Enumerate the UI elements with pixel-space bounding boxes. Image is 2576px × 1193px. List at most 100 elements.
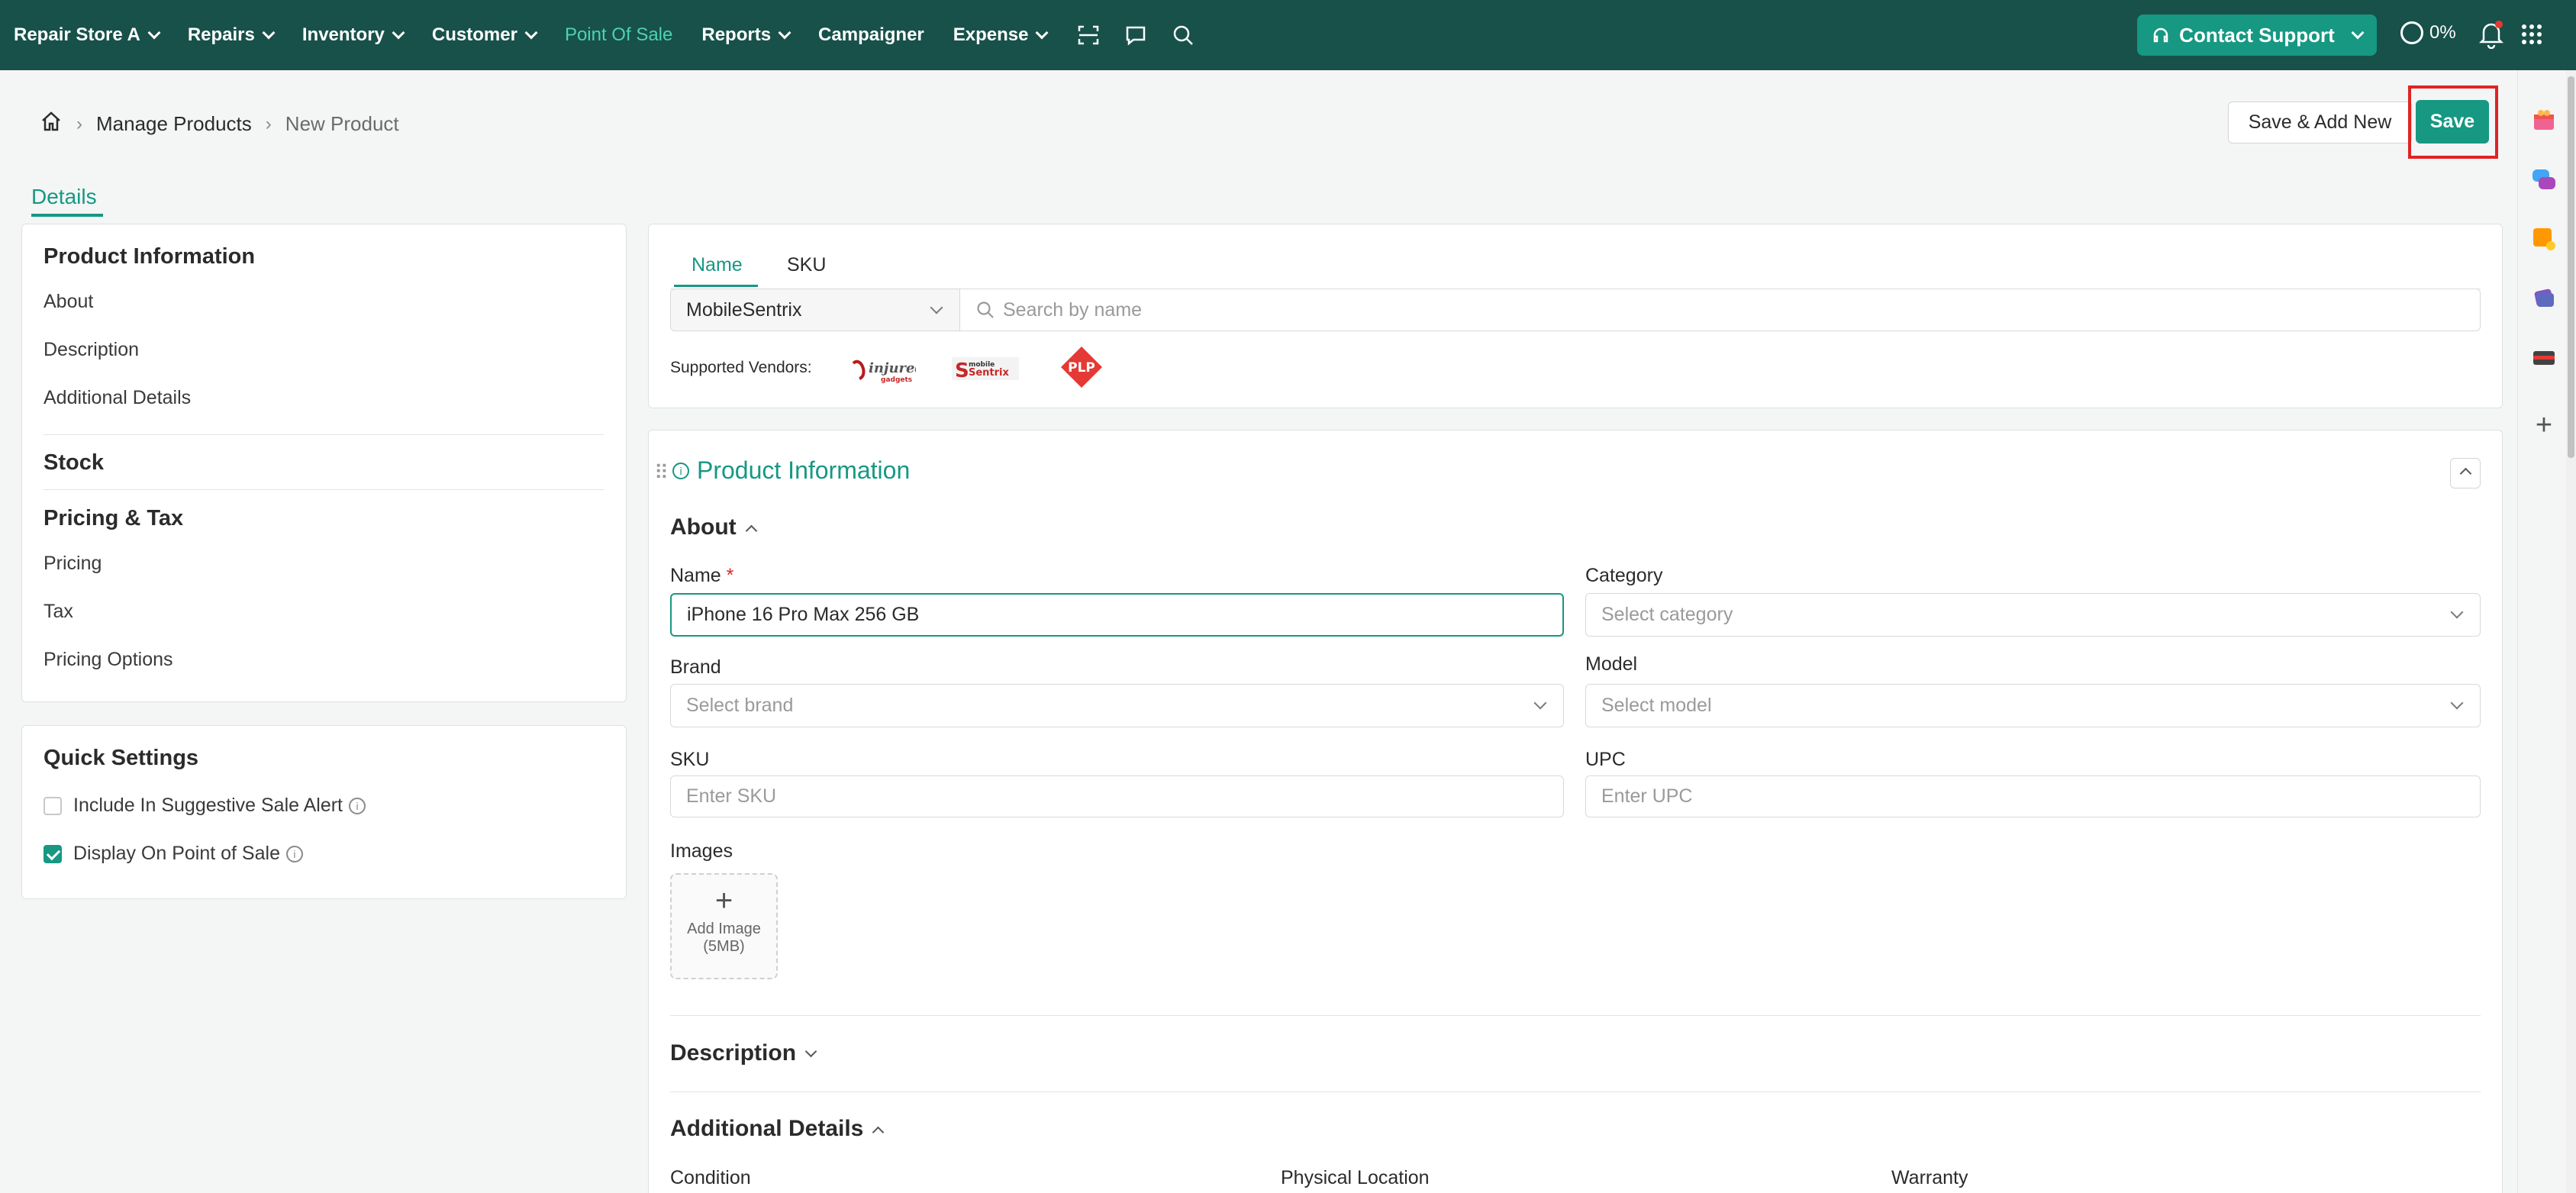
display-on-pos-checkbox[interactable] — [44, 845, 62, 863]
info-icon: i — [672, 462, 689, 479]
progress-ring-icon — [2400, 21, 2423, 44]
notification-bell-icon[interactable] — [2478, 20, 2505, 53]
sidebar-stock[interactable]: Stock — [44, 450, 104, 476]
sidebar-product-information[interactable]: Product Information — [44, 244, 255, 269]
contact-support-button[interactable]: Contact Support — [2137, 15, 2377, 56]
chevron-down-icon — [1035, 26, 1049, 40]
suggestive-sale-label: Include In Suggestive Sale Alert — [73, 795, 343, 816]
add-app-icon[interactable]: + — [2531, 411, 2557, 440]
nav-campaigner[interactable]: Campaigner — [818, 24, 924, 46]
gift-app-icon[interactable] — [2531, 107, 2557, 133]
chevron-down-icon — [524, 26, 538, 40]
quick-settings-title: Quick Settings — [44, 746, 199, 770]
info-icon[interactable]: i — [285, 846, 303, 863]
vendor-logo-plp: PLP — [1059, 345, 1104, 389]
about-heading: About — [670, 514, 737, 540]
product-information-heading: i Product Information — [672, 456, 910, 485]
progress-indicator[interactable]: 0% — [2400, 21, 2456, 44]
chat-icon[interactable] — [1123, 22, 1149, 48]
name-input[interactable]: iPhone 16 Pro Max 256 GB — [670, 593, 1564, 637]
nav-reports-label: Reports — [701, 24, 772, 45]
nav-reports[interactable]: Reports — [701, 24, 791, 46]
sidebar-pricing-tax[interactable]: Pricing & Tax — [44, 506, 183, 531]
scan-icon[interactable] — [1075, 22, 1101, 48]
breadcrumb-separator: › — [76, 113, 82, 134]
sidebar-item-pricing[interactable]: Pricing — [44, 553, 102, 575]
sidebar-item-additional-details[interactable]: Additional Details — [44, 387, 191, 409]
apps-grid-icon[interactable] — [2520, 23, 2543, 50]
nav-expense[interactable]: Expense — [953, 24, 1049, 46]
brand-placeholder: Select brand — [686, 695, 794, 716]
tab-details[interactable]: Details — [31, 185, 97, 209]
divider — [44, 489, 604, 490]
chevron-down-icon — [2351, 26, 2365, 40]
search-icon — [975, 300, 995, 325]
chevron-down-icon — [2450, 696, 2464, 710]
nav-pos-label: Point Of Sale — [564, 24, 673, 45]
sidebar-item-tax[interactable]: Tax — [44, 601, 73, 623]
cards-app-icon[interactable] — [2531, 285, 2557, 311]
supported-vendors-label: Supported Vendors: — [670, 359, 812, 376]
sidebar-item-pricing-options[interactable]: Pricing Options — [44, 649, 173, 671]
chevron-down-icon — [262, 26, 276, 40]
home-icon[interactable] — [40, 110, 63, 138]
physical-location-label: Physical Location — [1281, 1167, 1430, 1188]
about-toggle[interactable]: About — [670, 514, 757, 540]
additional-details-toggle[interactable]: Additional Details — [670, 1116, 885, 1142]
sidebar-item-description[interactable]: Description — [44, 339, 139, 361]
info-icon[interactable]: i — [349, 798, 366, 815]
breadcrumb-current: New Product — [285, 112, 399, 135]
condition-label: Condition — [670, 1167, 751, 1188]
nav-repairs-label: Repairs — [187, 24, 255, 45]
suggestive-sale-checkbox[interactable] — [44, 797, 62, 815]
breadcrumb-manage-products[interactable]: Manage Products — [96, 112, 252, 136]
images-label: Images — [670, 840, 733, 862]
category-select[interactable]: Select category — [1585, 593, 2481, 637]
nav-customer[interactable]: Customer — [432, 24, 538, 46]
name-label-text: Name — [670, 565, 721, 586]
search-tab-name[interactable]: Name — [692, 254, 743, 276]
svg-text:Sentrix: Sentrix — [969, 367, 1010, 379]
vendor-select[interactable]: MobileSentrix — [670, 289, 960, 331]
nav-inventory-label: Inventory — [301, 24, 385, 45]
chevron-up-icon — [2459, 467, 2472, 480]
nav-inventory[interactable]: Inventory — [301, 24, 405, 46]
printer-app-icon[interactable] — [2531, 345, 2557, 371]
brand-label: Brand — [670, 656, 721, 678]
divider — [670, 1091, 2481, 1092]
vendor-logo-injured-gadgets: injuredgadgets — [847, 350, 924, 386]
chevron-down-icon — [1533, 696, 1547, 710]
add-image-button[interactable]: + Add Image (5MB) — [670, 873, 778, 979]
save-and-add-new-button[interactable]: Save & Add New — [2228, 102, 2412, 143]
store-switcher[interactable]: Repair Store A — [14, 24, 161, 46]
collapse-section-button[interactable] — [2450, 458, 2481, 488]
required-marker: * — [726, 565, 734, 586]
product-search-input[interactable]: Search by name — [959, 289, 2481, 331]
search-tab-sku[interactable]: SKU — [787, 254, 826, 276]
warranty-label: Warranty — [1891, 1167, 1968, 1188]
nav-point-of-sale[interactable]: Point Of Sale — [565, 24, 672, 46]
chat-bubbles-app-icon[interactable] — [2531, 166, 2557, 192]
description-toggle[interactable]: Description — [670, 1040, 817, 1066]
chevron-down-icon — [147, 26, 161, 40]
nav-campaigner-label: Campaigner — [818, 24, 924, 45]
display-on-pos-label: Display On Point of Sale — [73, 843, 280, 864]
suggestive-sale-row: Include In Suggestive Sale Alert i — [73, 795, 366, 817]
display-on-pos-row: Display On Point of Sale i — [73, 843, 303, 865]
scrollbar-thumb[interactable] — [2568, 76, 2574, 458]
upc-input[interactable]: Enter UPC — [1585, 775, 2481, 817]
drag-handle-icon[interactable]: ⠿ — [654, 461, 669, 485]
search-icon[interactable] — [1170, 22, 1196, 48]
contact-support-label: Contact Support — [2179, 23, 2335, 47]
sidebar-item-about[interactable]: About — [44, 291, 93, 313]
chevron-down-icon — [392, 26, 405, 40]
save-button[interactable]: Save — [2416, 100, 2489, 143]
svg-text:injured: injured — [869, 360, 916, 376]
sku-placeholder: Enter SKU — [686, 785, 777, 807]
sku-input[interactable]: Enter SKU — [670, 775, 1564, 817]
tab-active-indicator — [31, 214, 103, 217]
notes-app-icon[interactable] — [2531, 226, 2557, 252]
brand-select[interactable]: Select brand — [670, 684, 1564, 727]
nav-repairs[interactable]: Repairs — [187, 24, 276, 46]
model-select[interactable]: Select model — [1585, 684, 2481, 727]
